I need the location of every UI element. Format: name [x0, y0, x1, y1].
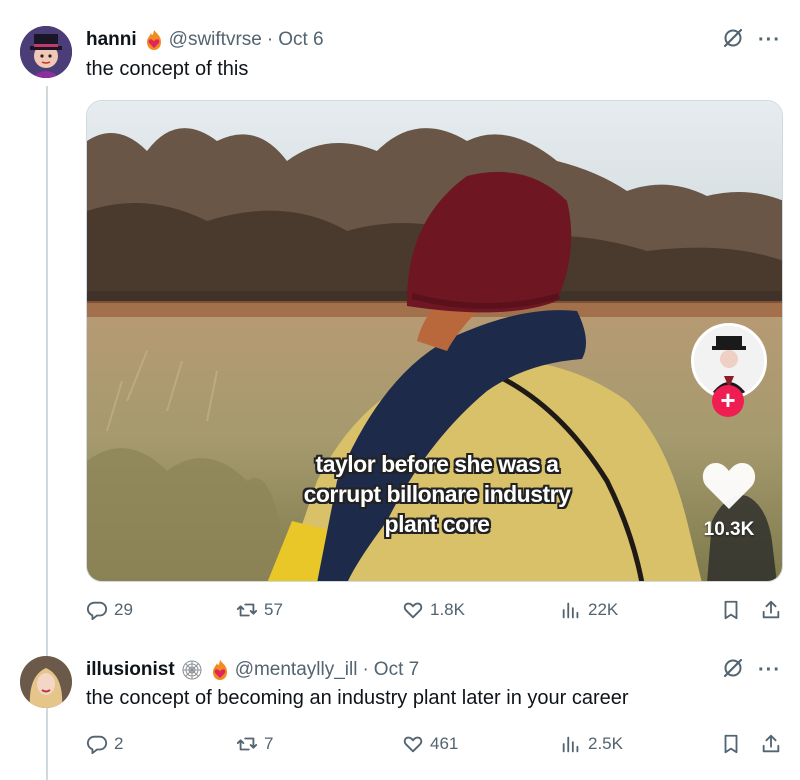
tweet-video-media[interactable]: taylor before she was a corrupt billonar… — [86, 100, 783, 582]
retweet-icon — [236, 737, 258, 751]
separator-dot: · — [362, 659, 369, 680]
views-button[interactable]: 22K — [560, 596, 618, 624]
tweet-action-bar: 29 57 1.8K 22K — [86, 596, 786, 624]
more-icon[interactable]: ··· — [758, 30, 781, 50]
like-count: 461 — [430, 734, 459, 753]
grok-icon[interactable] — [722, 657, 744, 684]
bookmark-button[interactable] — [720, 730, 742, 758]
retweet-button[interactable]: 57 — [236, 596, 283, 624]
heart-icon — [403, 736, 423, 753]
caption-line: taylor before she was a — [315, 451, 559, 477]
display-name[interactable]: hanni — [86, 29, 137, 51]
user-handle[interactable]: @swiftvrse — [169, 29, 262, 51]
like-button[interactable]: 461 — [402, 730, 458, 758]
views-icon — [562, 736, 579, 753]
like-button[interactable]: 1.8K — [402, 596, 465, 624]
tweet-date[interactable]: Oct 6 — [278, 29, 323, 51]
user-handle[interactable]: @mentaylly_ill — [235, 659, 358, 681]
reply-icon — [86, 601, 108, 621]
tiktok-like-count: 10.3K — [703, 519, 755, 540]
more-icon[interactable]: ··· — [758, 660, 781, 680]
views-icon — [562, 602, 579, 619]
retweet-button[interactable]: 7 — [236, 730, 273, 758]
avatar[interactable] — [20, 26, 72, 78]
tweet-date[interactable]: Oct 7 — [374, 659, 419, 681]
retweet-count: 7 — [264, 734, 274, 753]
separator-dot: · — [266, 29, 274, 50]
caption-line: plant core — [384, 511, 490, 537]
flame-heart-emoji-icon — [209, 659, 231, 681]
tweet-action-bar: 2 7 461 2.5K — [86, 730, 786, 758]
tweet-top-actions: ··· — [722, 657, 781, 683]
share-button[interactable] — [760, 596, 782, 624]
retweet-count: 57 — [264, 600, 283, 619]
tiktok-heart-icon[interactable] — [701, 459, 757, 511]
reply-count: 2 — [114, 734, 124, 753]
tweet-header: illusionist @mentaylly_ill · Oct 7 — [86, 657, 419, 683]
tiktok-follow-button[interactable]: + — [712, 385, 744, 417]
views-count: 2.5K — [588, 734, 623, 753]
video-caption: taylor before she was a corrupt billonar… — [237, 449, 637, 539]
tweet-text: the concept of this — [86, 58, 249, 80]
reply-button[interactable]: 29 — [86, 596, 133, 624]
reply-button[interactable]: 2 — [86, 730, 123, 758]
grok-icon[interactable] — [722, 27, 744, 54]
flame-heart-emoji-icon — [143, 29, 165, 51]
tweet-top-actions: ··· — [722, 27, 781, 53]
bookmark-icon — [724, 734, 738, 754]
web-emoji-icon — [181, 659, 203, 681]
tweet-text: the concept of becoming an industry plan… — [86, 687, 629, 709]
avatar[interactable] — [20, 656, 72, 708]
caption-line: corrupt billonare industry — [303, 481, 571, 507]
views-button[interactable]: 2.5K — [560, 730, 623, 758]
views-count: 22K — [588, 600, 619, 619]
retweet-icon — [236, 603, 258, 617]
display-name[interactable]: illusionist — [86, 659, 175, 681]
share-button[interactable] — [760, 730, 782, 758]
like-count: 1.8K — [430, 600, 465, 619]
bookmark-icon — [724, 600, 738, 620]
reply-icon — [86, 735, 108, 755]
share-icon — [762, 600, 780, 619]
bookmark-button[interactable] — [720, 596, 742, 624]
reply-count: 29 — [114, 600, 133, 619]
tweet-header: hanni @swiftvrse · Oct 6 — [86, 27, 324, 53]
share-icon — [762, 734, 780, 753]
heart-icon — [403, 602, 423, 619]
